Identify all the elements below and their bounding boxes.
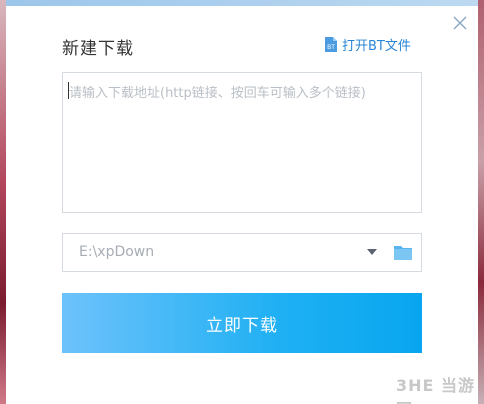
folder-icon[interactable]: [393, 243, 413, 261]
download-url-input[interactable]: [62, 72, 422, 213]
save-path-selector[interactable]: E:\xpDown: [62, 233, 422, 272]
close-button[interactable]: [451, 14, 469, 32]
chevron-down-icon[interactable]: [367, 249, 377, 256]
svg-text:BT: BT: [327, 44, 335, 51]
dialog-top-strip: [6, 0, 478, 6]
dialog-title: 新建下载: [62, 39, 134, 59]
new-download-dialog: 新建下载 BT 打开BT文件 E:\xpDown 立即下载: [6, 0, 478, 404]
download-now-button[interactable]: 立即下载: [62, 293, 422, 353]
site-watermark: 3HE 当游网: [396, 376, 476, 404]
open-bt-file-label: 打开BT文件: [342, 39, 411, 54]
open-bt-file-link[interactable]: BT 打开BT文件: [324, 35, 411, 54]
save-path-value: E:\xpDown: [79, 244, 155, 260]
background-right: [478, 0, 484, 404]
close-icon: [453, 16, 467, 30]
bt-file-icon: BT: [325, 37, 337, 52]
text-caret: [68, 82, 69, 99]
